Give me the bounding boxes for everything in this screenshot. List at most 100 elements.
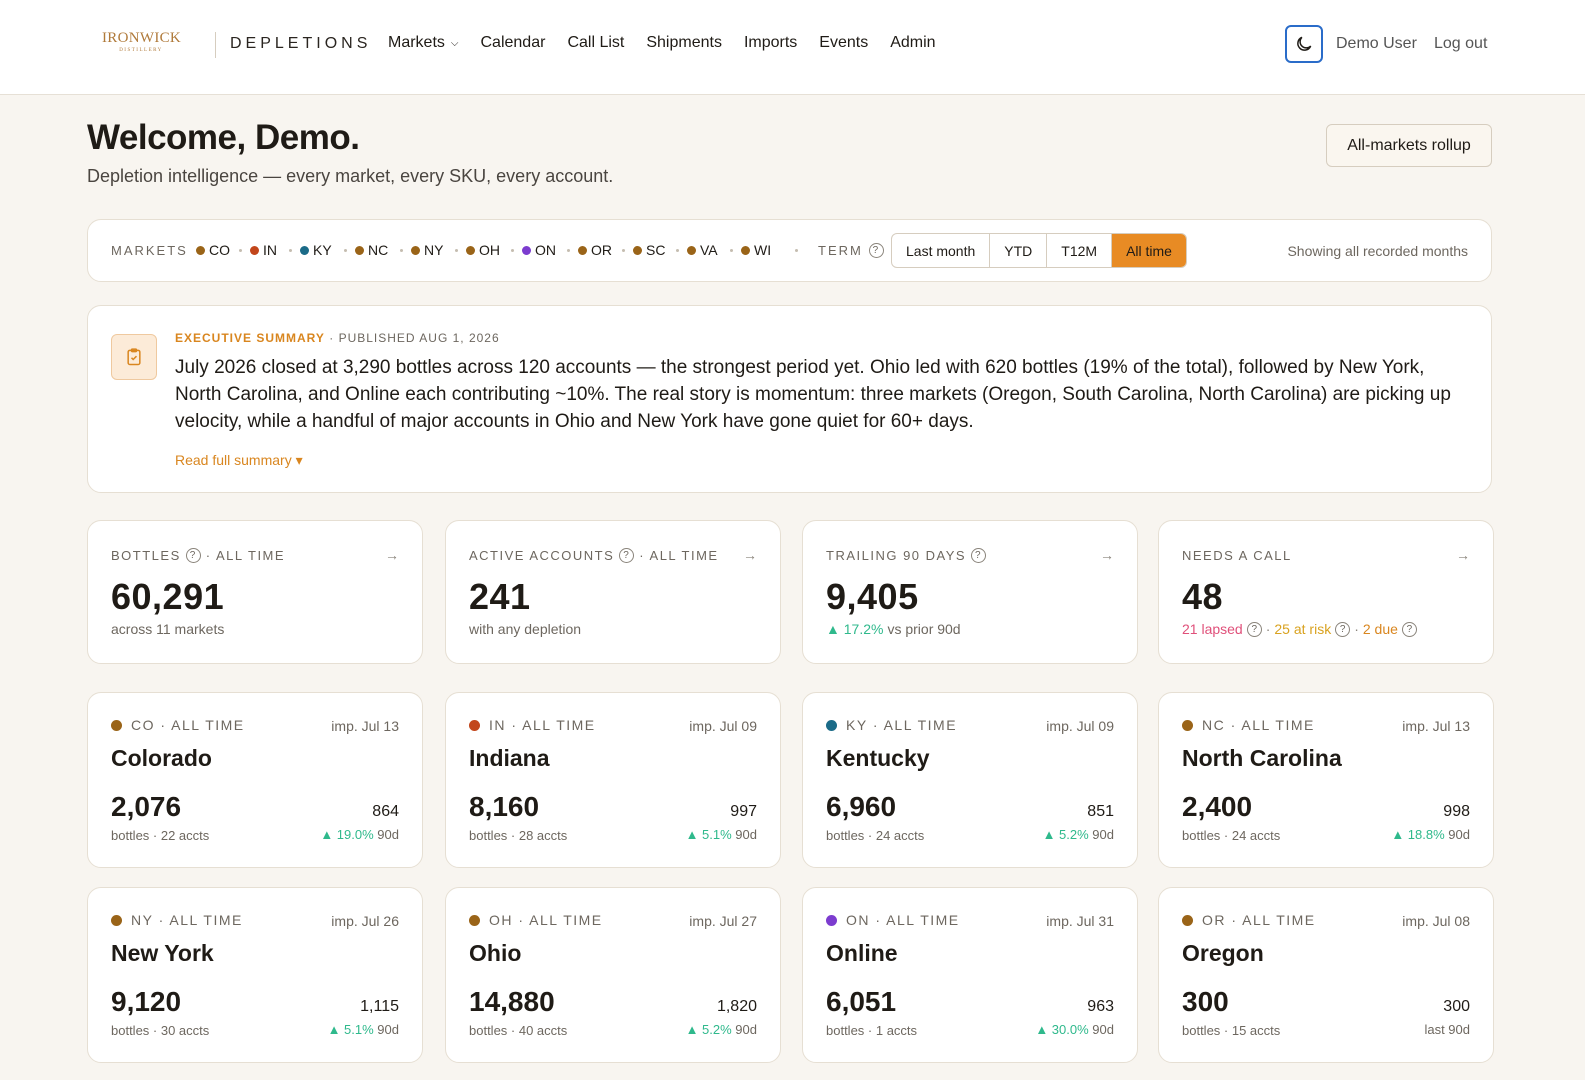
market-card-header: KY · ALL TIME [826,717,957,733]
market-chip-sc[interactable]: SC [633,242,665,258]
summary-text: July 2026 closed at 3,290 bottles across… [175,357,1451,432]
separator-dot [455,249,458,252]
market-card-header: CO · ALL TIME [111,717,245,733]
app-brand[interactable]: DEPLETIONS [230,35,371,53]
market-chip-va[interactable]: VA [687,242,718,258]
lapsed-count: 21 lapsed [1182,621,1243,637]
market-card-new-york[interactable]: NY · ALL TIME imp. Jul 26 New York 9,120… [87,887,423,1063]
market-card-ohio[interactable]: OH · ALL TIME imp. Jul 27 Ohio 14,880 bo… [445,887,781,1063]
market-card-indiana[interactable]: IN · ALL TIME imp. Jul 09 Indiana 8,160 … [445,692,781,868]
help-icon[interactable]: ? [619,548,635,563]
stat-card-needs-a-call[interactable]: NEEDS A CALL → 48 21 lapsed? · 25 at ris… [1158,520,1494,664]
help-icon[interactable]: ? [971,548,987,563]
market-chip-ny[interactable]: NY [411,242,443,258]
change-up: ▲ 18.8% [1391,827,1445,842]
arrow-right-icon[interactable]: → [385,547,399,563]
term-t12m[interactable]: T12M [1047,234,1113,267]
market-90d-change: ▲ 5.2% 90d [1043,827,1114,842]
term-last-month[interactable]: Last month [892,234,991,267]
market-card-colorado[interactable]: CO · ALL TIME imp. Jul 13 Colorado 2,076… [87,692,423,868]
due-count: 2 due [1362,621,1398,637]
all-markets-rollup-button[interactable]: All-markets rollup [1326,124,1492,167]
stat-card-bottles[interactable]: BOTTLES? · ALL TIME → 60,291 across 11 ma… [87,520,423,664]
market-card-kentucky[interactable]: KY · ALL TIME imp. Jul 09 Kentucky 6,960… [802,692,1138,868]
read-full-summary-link[interactable]: Read full summary ▾ [175,452,303,469]
nav-imports[interactable]: Imports [744,34,797,52]
market-card-online[interactable]: ON · ALL TIME imp. Jul 31 Online 6,051 b… [802,887,1138,1063]
market-chip-wi[interactable]: WI [741,242,771,258]
market-90d-change: ▲ 19.0% 90d [320,827,399,842]
arrow-right-icon[interactable]: → [1456,547,1470,563]
market-color-dot [1182,914,1193,926]
market-chip-label: SC [646,242,666,258]
stat-value: 48 [1182,576,1224,617]
separator-dot [344,249,347,252]
stat-term: · ALL TIME [205,548,286,563]
market-chip-label: OH [479,242,500,258]
stat-label-text: ACTIVE ACCOUNTS [469,548,615,563]
at-risk-count: 25 at risk [1274,621,1332,637]
stat-label-text: NEEDS A CALL [1182,548,1292,563]
market-color-dot [355,245,364,255]
moon-icon [1297,36,1312,51]
market-chip-label: KY [313,242,332,258]
stat-card-active-accounts[interactable]: ACTIVE ACCOUNTS? · ALL TIME → 241 with an… [445,520,781,664]
stat-card-trailing-90-days[interactable]: TRAILING 90 DAYS? → 9,405 ▲ 17.2% vs prio… [802,520,1138,664]
market-term: IN · ALL TIME [489,717,596,733]
help-icon[interactable]: ? [868,243,884,258]
market-subtext: bottles · 24 accts [1182,828,1281,843]
market-subtext: bottles · 1 accts [826,1023,918,1038]
market-chip-on[interactable]: ON [522,242,556,258]
stat-subtext: with any depletion [469,621,582,637]
market-bottles: 9,120 [111,986,182,1017]
company-logo[interactable]: IRONWICK DISTILLERY [102,30,181,53]
market-name: Ohio [469,940,522,966]
market-card-header: NC · ALL TIME [1182,717,1315,733]
market-color-dot [466,245,475,255]
separator-dot [676,249,679,252]
nav-call-list[interactable]: Call List [567,34,624,52]
nav-calendar[interactable]: Calendar [481,34,546,52]
term-all-time[interactable]: All time [1112,234,1186,267]
nav-shipments[interactable]: Shipments [646,34,722,52]
market-card-header: IN · ALL TIME [469,717,596,733]
change-unit: 90d [1092,827,1114,842]
market-chip-in[interactable]: IN [250,242,277,258]
market-chip-co[interactable]: CO [196,242,230,258]
nav-events[interactable]: Events [819,34,868,52]
market-bottles: 2,076 [111,791,182,822]
market-subtext: bottles · 30 accts [111,1023,210,1038]
market-color-dot [826,914,837,926]
market-chip-or[interactable]: OR [578,242,612,258]
logout-link[interactable]: Log out [1434,35,1487,53]
help-icon[interactable]: ? [1335,621,1351,637]
market-chip-label: OR [591,242,612,258]
market-chip-oh[interactable]: OH [466,242,500,258]
help-icon[interactable]: ? [1401,621,1417,637]
market-name: Online [826,940,898,966]
import-date: imp. Jul 13 [1402,718,1470,734]
market-card-header: NY · ALL TIME [111,912,243,928]
market-name: Kentucky [826,745,930,771]
market-90d-value: 963 [1087,998,1114,1015]
market-chip-nc[interactable]: NC [355,242,388,258]
filter-bar: MARKETS CO IN KY NC NY OH ON OR SC VA WI… [87,219,1492,282]
market-card-oregon[interactable]: OR · ALL TIME imp. Jul 08 Oregon 300 bot… [1158,887,1494,1063]
market-chip-ky[interactable]: KY [300,242,332,258]
arrow-right-icon[interactable]: → [1100,547,1114,563]
nav-admin[interactable]: Admin [890,34,935,52]
market-chip-label: CO [209,242,230,258]
market-color-dot [826,719,837,731]
nav-markets[interactable]: Markets ⌵ [388,34,459,52]
theme-toggle-button[interactable] [1285,25,1323,63]
market-90d-change: ▲ 30.0% 90d [1035,1022,1114,1037]
arrow-right-icon[interactable]: → [743,547,757,563]
help-icon[interactable]: ? [1246,621,1262,637]
summary-published: · PUBLISHED AUG 1, 2026 [329,331,500,345]
help-icon[interactable]: ? [185,548,201,563]
market-card-north-carolina[interactable]: NC · ALL TIME imp. Jul 13 North Carolina… [1158,692,1494,868]
separator-dot [289,249,292,252]
term-ytd[interactable]: YTD [990,234,1048,267]
market-name: Indiana [469,745,550,771]
user-name[interactable]: Demo User [1336,35,1417,53]
